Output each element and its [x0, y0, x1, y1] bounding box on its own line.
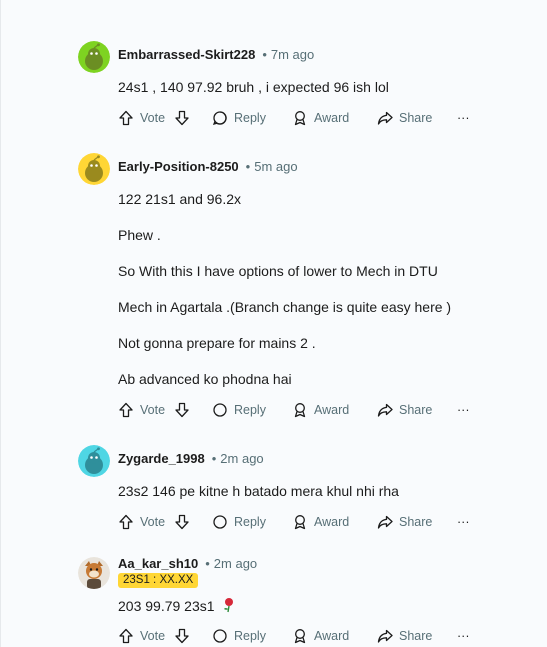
- comment-text: 24s1 , 140 97.92 bruh , i expected 96 is…: [118, 79, 389, 95]
- reply-button[interactable]: Reply: [212, 626, 266, 646]
- vote-label: Vote: [140, 515, 166, 529]
- comment-meta: Zygarde_1998 • 2m ago: [118, 451, 264, 466]
- reply-label: Reply: [234, 111, 266, 125]
- award-icon: [294, 629, 306, 644]
- share-icon: [377, 515, 393, 529]
- vote-label: Vote: [140, 629, 166, 643]
- reply-label: Reply: [234, 515, 266, 529]
- more-options-icon: ···: [457, 515, 470, 529]
- more-options-button[interactable]: ···: [457, 512, 470, 532]
- downvote-icon: [175, 514, 189, 530]
- upvote-button[interactable]: Vote: [118, 512, 165, 532]
- upvote-icon: [119, 402, 133, 418]
- username[interactable]: Zygarde_1998: [118, 451, 205, 466]
- avatar[interactable]: [78, 153, 110, 185]
- award-button[interactable]: Award: [292, 108, 349, 128]
- award-label: Award: [314, 403, 350, 417]
- rose-emoji-icon: [224, 598, 234, 613]
- username[interactable]: Early-Position-8250: [118, 159, 239, 174]
- comment-actions: Vote Reply Award Share ···: [118, 400, 478, 420]
- downvote-button[interactable]: [174, 108, 190, 128]
- comment-meta: Early-Position-8250 • 5m ago: [118, 159, 298, 174]
- award-icon: [294, 111, 306, 126]
- share-icon: [377, 629, 393, 643]
- comment-text: Ab advanced ko phodna hai: [118, 371, 292, 387]
- reply-icon: [213, 515, 227, 529]
- timestamp[interactable]: 5m ago: [254, 159, 297, 174]
- downvote-icon: [175, 402, 189, 418]
- share-button[interactable]: Share: [377, 108, 432, 128]
- reply-label: Reply: [234, 403, 266, 417]
- share-icon: [377, 111, 393, 125]
- award-icon: [294, 515, 306, 530]
- downvote-button[interactable]: [174, 626, 190, 646]
- downvote-button[interactable]: [174, 512, 190, 532]
- reply-button[interactable]: Reply: [212, 512, 266, 532]
- comment-actions: Vote Reply Award Share ···: [118, 512, 478, 532]
- upvote-icon: [119, 514, 133, 530]
- comment-meta: Aa_kar_sh10 • 2m ago: [118, 556, 258, 571]
- award-button[interactable]: Award: [292, 400, 349, 420]
- avatar[interactable]: [78, 41, 110, 73]
- comment-actions: Vote Reply Award Share ···: [118, 626, 478, 646]
- vote-label: Vote: [140, 403, 166, 417]
- comment-text: So With this I have options of lower to …: [118, 263, 438, 279]
- reply-button[interactable]: Reply: [212, 400, 266, 420]
- comment-actions: Vote Reply Award Share ···: [118, 108, 478, 128]
- upvote-icon: [119, 628, 133, 644]
- timestamp[interactable]: 7m ago: [271, 47, 314, 62]
- share-icon: [377, 403, 393, 417]
- reply-icon: [212, 111, 227, 125]
- more-options-button[interactable]: ···: [457, 108, 470, 128]
- comment-text: 122 21s1 and 96.2x: [118, 191, 241, 207]
- comment-text: 23s2 146 pe kitne h batado mera khul nhi…: [118, 483, 399, 499]
- share-button[interactable]: Share: [377, 626, 432, 646]
- more-options-icon: ···: [457, 403, 470, 417]
- award-button[interactable]: Award: [292, 626, 349, 646]
- reply-label: Reply: [234, 629, 266, 643]
- upvote-button[interactable]: Vote: [118, 400, 165, 420]
- share-button[interactable]: Share: [377, 512, 432, 532]
- award-label: Award: [314, 629, 350, 643]
- comment-meta: Embarrassed-Skirt228 • 7m ago: [118, 47, 315, 62]
- timestamp[interactable]: 2m ago: [214, 556, 257, 571]
- share-label: Share: [399, 515, 433, 529]
- more-options-icon: ···: [457, 629, 470, 643]
- award-label: Award: [314, 111, 350, 125]
- comment-text-content: 203 99.79 23s1: [118, 598, 215, 614]
- comment-thread: Embarrassed-Skirt228 • 7m ago 24s1 , 140 9…: [0, 0, 547, 647]
- avatar[interactable]: [78, 557, 110, 589]
- award-button[interactable]: Award: [292, 512, 349, 532]
- comment-text: Not gonna prepare for mains 2 .: [118, 335, 316, 351]
- award-label: Award: [314, 515, 350, 529]
- downvote-icon: [175, 628, 189, 644]
- downvote-button[interactable]: [174, 400, 190, 420]
- timestamp[interactable]: 2m ago: [220, 451, 263, 466]
- award-icon: [294, 403, 306, 418]
- upvote-button[interactable]: Vote: [118, 626, 165, 646]
- more-options-icon: ···: [457, 111, 470, 125]
- share-label: Share: [399, 629, 433, 643]
- username[interactable]: Embarrassed-Skirt228: [118, 47, 255, 62]
- more-options-button[interactable]: ···: [457, 626, 470, 646]
- comment-text: 203 99.79 23s1: [118, 597, 236, 614]
- reply-icon: [213, 629, 227, 643]
- upvote-button[interactable]: Vote: [118, 108, 165, 128]
- more-options-button[interactable]: ···: [457, 400, 470, 420]
- share-label: Share: [399, 403, 433, 417]
- share-label: Share: [399, 111, 433, 125]
- downvote-icon: [175, 110, 189, 126]
- share-button[interactable]: Share: [377, 400, 432, 420]
- user-flair: 23S1 : XX.XX: [118, 573, 199, 588]
- comment-text: Mech in Agartala .(Branch change is quit…: [118, 299, 452, 315]
- comment-text: Phew .: [118, 227, 161, 243]
- vote-label: Vote: [140, 111, 166, 125]
- reply-button[interactable]: Reply: [212, 108, 266, 128]
- upvote-icon: [119, 110, 133, 126]
- username[interactable]: Aa_kar_sh10: [118, 556, 198, 571]
- reply-icon: [213, 403, 227, 417]
- avatar[interactable]: [78, 445, 110, 477]
